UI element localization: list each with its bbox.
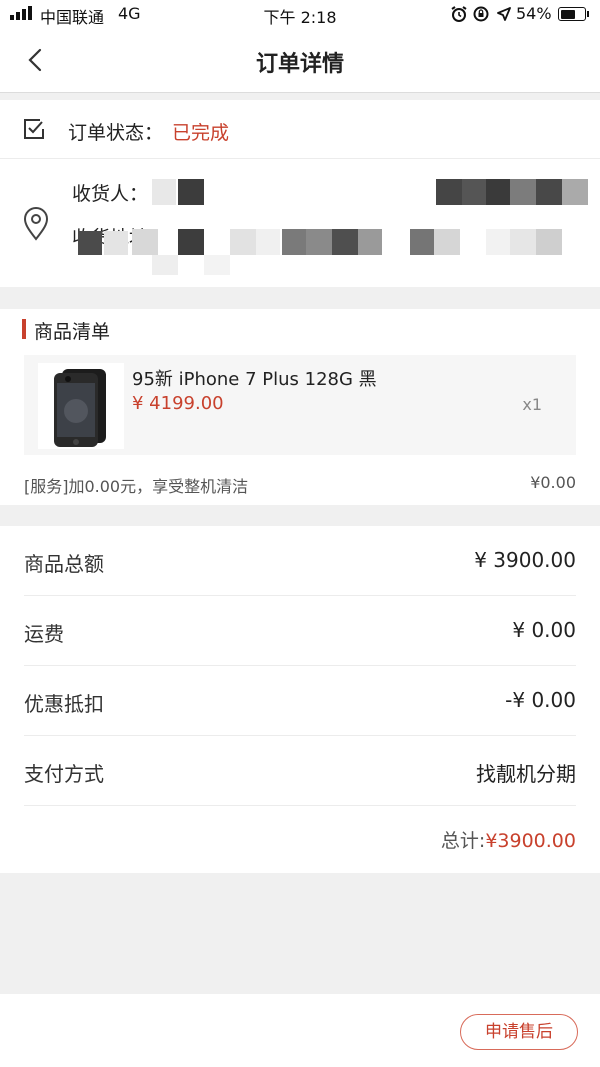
summary-row-shipping: 运费 ¥ 0.00 — [24, 596, 576, 666]
order-status-card: 订单状态： 已完成 — [0, 100, 600, 159]
product-image — [38, 363, 124, 449]
summary-value: -¥ 0.00 — [505, 688, 576, 712]
summary-label: 商品总额 — [24, 552, 104, 576]
summary-row-discount: 优惠抵扣 -¥ 0.00 — [24, 666, 576, 736]
summary-label: 优惠抵扣 — [24, 692, 104, 716]
goods-card: 商品清单 95新 iPhone 7 Plus 128G 黑 ¥ 4199.00 … — [0, 309, 600, 505]
location-pin-icon — [23, 207, 49, 241]
total-value: ¥3900.00 — [485, 830, 576, 852]
service-price: ¥0.00 — [530, 473, 576, 492]
product-name: 95新 iPhone 7 Plus 128G 黑 — [132, 369, 377, 390]
summary-label: 支付方式 — [24, 762, 104, 786]
after-sale-button[interactable]: 申请售后 — [460, 1014, 578, 1050]
summary-row-goods-total: 商品总额 ¥ 3900.00 — [24, 526, 576, 596]
footer-bar: 申请售后 — [0, 994, 600, 1067]
page-title: 订单详情 — [255, 52, 344, 77]
address-card: 收货人： 收货地址： — [0, 159, 600, 287]
order-checklist-icon — [24, 119, 44, 139]
goods-section-title: 商品清单 — [34, 321, 111, 343]
product-price: ¥ 4199.00 — [132, 393, 224, 414]
navigation-bar: 订单详情 — [0, 28, 600, 93]
section-accent-bar — [22, 319, 26, 339]
battery-percent: 54% — [516, 4, 552, 23]
product-quantity: x1 — [522, 395, 542, 414]
order-total: 总计:¥3900.00 — [441, 826, 576, 853]
receiver-label: 收货人： — [72, 183, 149, 205]
order-summary-card: 商品总额 ¥ 3900.00 运费 ¥ 0.00 优惠抵扣 -¥ 0.00 支付… — [0, 526, 600, 873]
phone-image-icon — [54, 369, 106, 447]
summary-label: 运费 — [24, 622, 64, 646]
order-status-value: 已完成 — [172, 122, 230, 144]
rotation-lock-icon — [473, 6, 489, 22]
alarm-icon — [451, 6, 467, 22]
order-status-label: 订单状态： — [68, 122, 164, 144]
summary-value: ¥ 0.00 — [512, 618, 576, 642]
summary-row-payment-method: 支付方式 找靓机分期 — [24, 736, 576, 806]
summary-value: ¥ 3900.00 — [474, 548, 576, 572]
summary-value: 找靓机分期 — [476, 762, 576, 786]
service-description: [服务]加0.00元，享受整机清洁 — [24, 477, 249, 496]
status-bar: 中国联通 4G 下午 2:18 54% — [0, 0, 600, 28]
total-label: 总计: — [440, 830, 486, 852]
battery-icon — [558, 7, 589, 21]
product-item[interactable]: 95新 iPhone 7 Plus 128G 黑 ¥ 4199.00 x1 — [24, 355, 576, 455]
location-arrow-icon — [497, 7, 511, 21]
